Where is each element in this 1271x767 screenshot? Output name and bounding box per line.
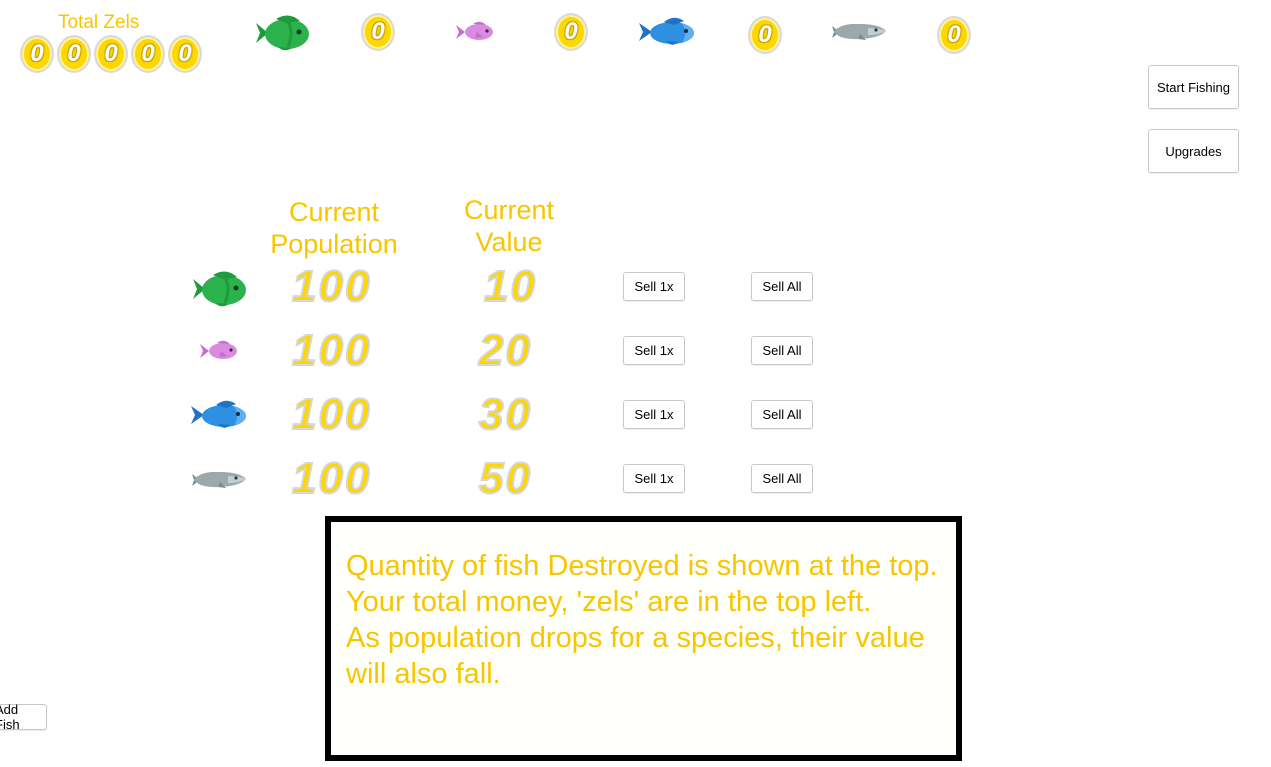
info-line: Quantity of fish Destroyed is shown at t… — [346, 550, 938, 582]
fish-value: 30 — [478, 389, 532, 440]
value-column-header: Current Value — [463, 195, 555, 257]
total-digit: 0 — [94, 35, 128, 73]
sell-all-button[interactable]: Sell All — [751, 272, 813, 301]
population-value: 100 — [291, 453, 372, 504]
destroyed-count: 0 — [361, 13, 395, 51]
sell-one-button[interactable]: Sell 1x — [623, 400, 685, 429]
population-column-header: Current Population — [270, 197, 398, 259]
fish-value: 20 — [478, 325, 532, 376]
destroyed-count: 0 — [937, 16, 971, 54]
grey-fish-icon — [192, 471, 246, 488]
pink-fish-icon — [456, 21, 493, 40]
sell-one-button[interactable]: Sell 1x — [623, 464, 685, 493]
population-value: 100 — [291, 325, 372, 376]
sell-all-button[interactable]: Sell All — [751, 464, 813, 493]
destroyed-count: 0 — [748, 16, 782, 54]
population-value: 100 — [291, 261, 372, 312]
info-box: Quantity of fish Destroyed is shown at t… — [325, 516, 962, 761]
destroyed-count: 0 — [554, 13, 588, 51]
upgrades-button[interactable]: Upgrades — [1148, 129, 1239, 173]
total-digit: 0 — [57, 35, 91, 73]
grey-fish-icon — [832, 23, 886, 40]
info-line: As population drops for a species, their… — [346, 622, 925, 690]
sell-all-button[interactable]: Sell All — [751, 400, 813, 429]
start-fishing-button[interactable]: Start Fishing — [1148, 65, 1239, 109]
total-digit: 0 — [20, 35, 54, 73]
sell-all-button[interactable]: Sell All — [751, 336, 813, 365]
total-zels-label: Total Zels — [58, 12, 140, 33]
fish-value: 50 — [478, 453, 532, 504]
population-value: 100 — [291, 389, 372, 440]
pink-fish-icon — [200, 340, 237, 359]
total-digit: 0 — [168, 35, 202, 73]
blue-fish-icon — [191, 400, 246, 428]
green-fish-icon — [193, 271, 246, 307]
green-fish-icon — [256, 15, 309, 51]
sell-one-button[interactable]: Sell 1x — [623, 272, 685, 301]
info-line: Your total money, 'zels' are in the top … — [346, 586, 872, 618]
total-digit: 0 — [131, 35, 165, 73]
blue-fish-icon — [639, 17, 694, 45]
fish-value: 10 — [483, 261, 537, 312]
add-fish-button[interactable]: Add Fish — [0, 702, 47, 732]
sell-one-button[interactable]: Sell 1x — [623, 336, 685, 365]
